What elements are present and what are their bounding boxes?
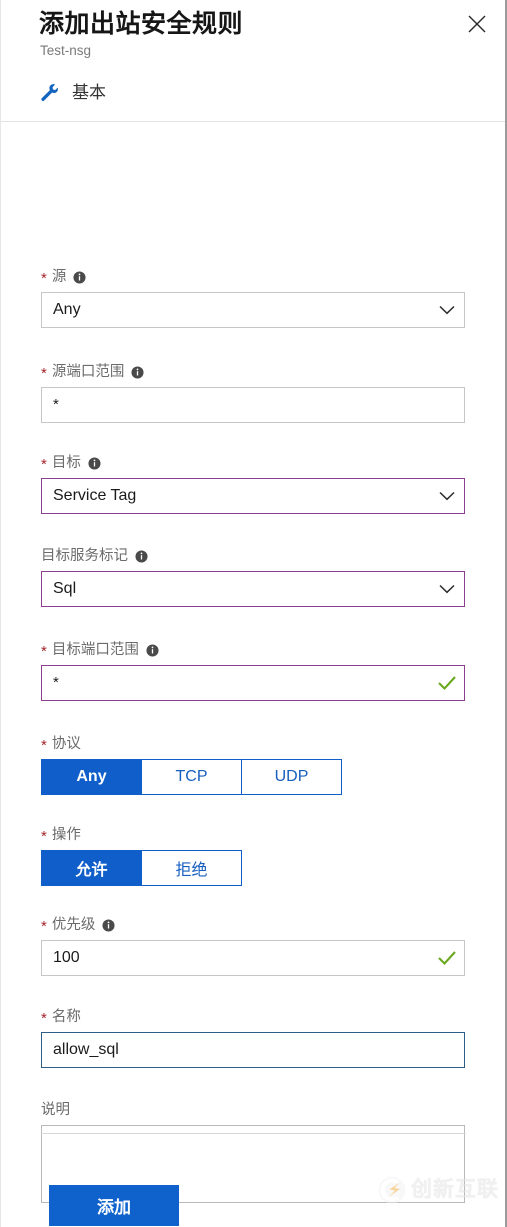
add-outbound-security-rule-panel: 添加出站安全规则 Test-nsg 基本 * 源 Any * 源端口范围 * *… [0, 0, 507, 1227]
required-asterisk: * [41, 643, 47, 660]
destination-dropdown[interactable]: Service Tag [41, 478, 465, 514]
add-button[interactable]: 添加 [49, 1185, 179, 1226]
valid-check-icon [430, 675, 464, 691]
required-asterisk: * [41, 918, 47, 935]
field-source-port-ranges: * 源端口范围 * [41, 362, 465, 423]
label-destination: * 目标 [41, 453, 465, 473]
source-port-ranges-value: * [53, 396, 59, 413]
close-icon [466, 13, 488, 35]
field-destination-service-tag: 目标服务标记 Sql [41, 546, 465, 607]
label-source-port-ranges: * 源端口范围 [41, 362, 465, 382]
source-dropdown[interactable]: Any [41, 292, 465, 328]
field-action: * 操作 允许 拒绝 [41, 825, 242, 886]
footer-divider [41, 1133, 466, 1134]
required-asterisk: * [41, 365, 47, 382]
label-destination-port-ranges: * 目标端口范围 [41, 640, 465, 660]
info-icon[interactable] [73, 270, 86, 284]
protocol-segmented-control: Any TCP UDP [41, 759, 342, 795]
label-description: 说明 [41, 1102, 70, 1118]
required-asterisk: * [41, 1010, 47, 1027]
info-icon[interactable] [146, 643, 159, 657]
wrench-icon [39, 82, 61, 104]
field-source: * 源 Any [41, 267, 465, 328]
label-priority: * 优先级 [41, 915, 465, 935]
priority-value: 100 [53, 949, 80, 966]
source-port-ranges-input[interactable]: * [41, 387, 465, 423]
panel-header: 添加出站安全规则 Test-nsg 基本 [1, 0, 505, 122]
action-option-allow[interactable]: 允许 [41, 850, 142, 886]
tab-basics-label: 基本 [72, 83, 106, 102]
required-asterisk: * [41, 456, 47, 473]
field-name: * 名称 allow_sql [41, 1007, 465, 1068]
destination-service-tag-value: Sql [53, 580, 77, 597]
destination-value: Service Tag [53, 487, 137, 504]
label-name: * 名称 [41, 1009, 81, 1027]
field-priority: * 优先级 100 [41, 915, 465, 976]
priority-input[interactable]: 100 [41, 940, 465, 976]
info-icon[interactable] [131, 365, 144, 379]
required-asterisk: * [41, 270, 47, 287]
action-segmented-control: 允许 拒绝 [41, 850, 242, 886]
field-destination: * 目标 Service Tag [41, 453, 465, 514]
label-protocol: * 协议 [41, 736, 81, 754]
protocol-option-udp[interactable]: UDP [241, 759, 342, 795]
protocol-option-any[interactable]: Any [41, 759, 142, 795]
destination-port-ranges-value: * [53, 674, 59, 691]
chevron-down-icon [430, 305, 464, 315]
label-action: * 操作 [41, 827, 81, 845]
info-icon[interactable] [135, 549, 148, 563]
protocol-option-tcp[interactable]: TCP [141, 759, 242, 795]
label-source: * 源 [41, 267, 465, 287]
required-asterisk: * [41, 737, 47, 754]
info-icon[interactable] [102, 918, 115, 932]
label-destination-service-tag: 目标服务标记 [41, 546, 465, 566]
page-subtitle: Test-nsg [40, 43, 92, 58]
name-value: allow_sql [53, 1041, 119, 1058]
source-value: Any [53, 301, 81, 318]
tab-basics[interactable]: 基本 [39, 82, 106, 104]
name-input[interactable]: allow_sql [41, 1032, 465, 1068]
action-option-deny[interactable]: 拒绝 [141, 850, 242, 886]
field-protocol: * 协议 Any TCP UDP [41, 734, 342, 795]
chevron-down-icon [430, 491, 464, 501]
destination-service-tag-dropdown[interactable]: Sql [41, 571, 465, 607]
info-icon[interactable] [88, 456, 101, 470]
chevron-down-icon [430, 584, 464, 594]
page-title: 添加出站安全规则 [39, 10, 244, 38]
destination-port-ranges-input[interactable]: * [41, 665, 465, 701]
required-asterisk: * [41, 828, 47, 845]
close-button[interactable] [461, 9, 493, 39]
valid-check-icon [430, 950, 464, 966]
field-destination-port-ranges: * 目标端口范围 * [41, 640, 465, 701]
